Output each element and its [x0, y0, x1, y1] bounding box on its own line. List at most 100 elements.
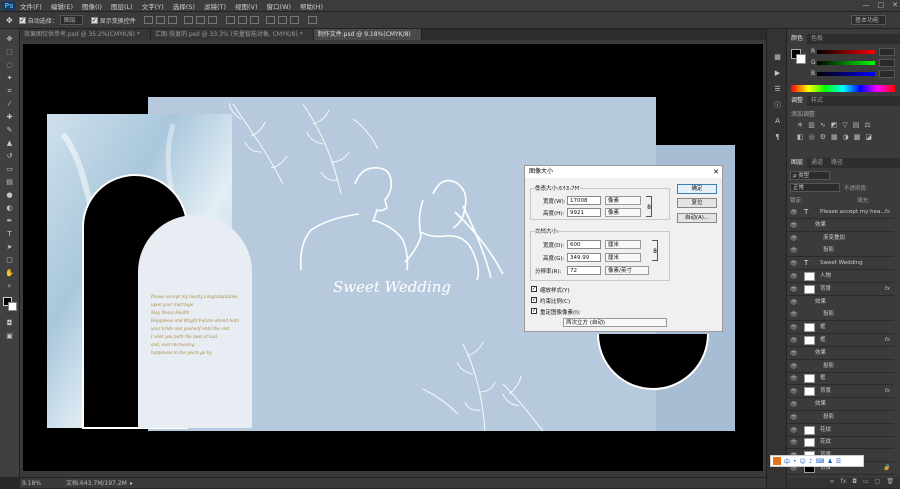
resolution-unit-select[interactable]: 像素/英寸 [605, 266, 649, 275]
fx-badge[interactable]: fx [885, 334, 890, 346]
tab-production-file[interactable]: 制作文件.psd @ 9.18%(CMYK/8) [313, 29, 422, 40]
field-g[interactable] [879, 59, 895, 67]
field-b[interactable] [879, 70, 895, 78]
vibrance-icon[interactable]: ▽ [842, 121, 847, 129]
align-top-icon[interactable] [143, 16, 153, 24]
ime-punct-icon[interactable]: • [793, 458, 797, 465]
layer-effect-row[interactable]: 👁 效果 [787, 346, 894, 360]
tab-huitu-recovered[interactable]: 汇图-恢复的.psd @ 33.3% (矢量智能对象, CMYK/8) * [150, 29, 314, 40]
blur-tool-icon[interactable]: ● [4, 191, 15, 200]
color-lookup-icon[interactable]: ▦ [831, 133, 838, 141]
tab-adjustments[interactable]: 调整 [787, 96, 808, 106]
ime-keyboard-icon[interactable]: ⌨ [816, 458, 825, 465]
auto-select-checkbox[interactable]: ✓ [18, 16, 26, 24]
properties-panel-icon[interactable]: ☰ [772, 85, 783, 94]
resolution-input[interactable]: 72 [567, 266, 601, 275]
crop-tool-icon[interactable]: ⌗ [4, 87, 15, 96]
trash-icon[interactable]: 🗑 [886, 478, 894, 488]
align-hcenter-icon[interactable] [195, 16, 205, 24]
layer-effect-row[interactable]: 👁 效果 [787, 398, 894, 411]
layer-row[interactable]: 👁 背景 fx [787, 385, 894, 399]
height-input[interactable]: 9921 [567, 208, 601, 217]
brightness-icon[interactable]: ☀ [797, 121, 803, 129]
background-color-swatch[interactable] [8, 302, 17, 311]
distribute-vcenter-icon[interactable] [237, 16, 247, 24]
path-selection-tool-icon[interactable]: ➤ [4, 243, 15, 252]
align-vcenter-icon[interactable] [155, 16, 165, 24]
fx-icon[interactable]: fx [841, 478, 847, 488]
show-transform-checkbox[interactable]: ✓ [90, 16, 98, 24]
distribute-right-icon[interactable] [289, 16, 299, 24]
layer-effect-row[interactable]: 👁 渐变叠加 [787, 231, 894, 245]
layer-effect-row[interactable]: 👁 投影 [787, 244, 894, 258]
align-bottom-icon[interactable] [167, 16, 177, 24]
quick-mask-icon[interactable]: ◘ [4, 319, 15, 328]
eyedropper-tool-icon[interactable]: ⁄ [4, 100, 15, 109]
layer-effect-row[interactable]: 👁 效果 [787, 218, 894, 232]
lasso-tool-icon[interactable]: ◌ [4, 61, 15, 70]
visibility-eye-icon[interactable]: 👁 [790, 308, 798, 320]
threshold-icon[interactable]: ◪ [865, 133, 872, 141]
mask-icon[interactable]: ◘ [852, 478, 857, 488]
distribute-bottom-icon[interactable] [249, 16, 259, 24]
menu-image[interactable]: 图像(I) [82, 1, 102, 11]
curves-icon[interactable]: ∿ [820, 121, 826, 129]
dodge-tool-icon[interactable]: ◐ [4, 204, 15, 213]
doc-width-input[interactable]: 600 [567, 240, 601, 249]
visibility-eye-icon[interactable]: 👁 [790, 360, 798, 372]
link-layers-icon[interactable]: ∞ [830, 478, 835, 488]
maximize-button[interactable]: □ [878, 1, 885, 9]
auto-align-icon[interactable] [307, 16, 317, 24]
visibility-eye-icon[interactable]: 👁 [790, 385, 798, 397]
type-tool-icon[interactable]: T [4, 230, 15, 239]
layer-filter-dropdown[interactable]: ρ 类型 [790, 171, 830, 180]
blend-mode-dropdown[interactable]: 正常 [790, 183, 840, 192]
tab-layers[interactable]: 图层 [787, 158, 808, 168]
layer-row[interactable]: 👁 T Please accept my hea... fx [787, 206, 894, 219]
visibility-eye-icon[interactable]: 👁 [790, 372, 798, 384]
tab-color[interactable]: 颜色 [787, 34, 808, 44]
clone-stamp-tool-icon[interactable]: ▲ [4, 139, 15, 148]
slider-r[interactable] [817, 50, 875, 54]
layer-row[interactable]: 👁 花纹 [787, 436, 894, 450]
bw-icon[interactable]: ◧ [797, 133, 804, 141]
visibility-eye-icon[interactable]: 👁 [790, 232, 798, 244]
shape-tool-icon[interactable]: ▢ [4, 256, 15, 265]
bg-swatch[interactable] [796, 54, 806, 64]
layer-row[interactable]: 👁 T Sweet Wedding [787, 257, 894, 271]
visibility-eye-icon[interactable]: 👁 [790, 436, 798, 448]
ime-skin-icon[interactable]: ♟ [827, 458, 832, 465]
posterize-icon[interactable]: ▩ [854, 133, 861, 141]
tab-effect-reference[interactable]: 效果图仅供参考.psd @ 35.2%(CMYK/8) * [20, 29, 151, 40]
ime-menu-icon[interactable]: ☰ [836, 458, 841, 465]
invert-icon[interactable]: ◑ [843, 133, 849, 141]
scale-styles-checkbox[interactable]: ✓ [531, 286, 537, 292]
fx-badge[interactable]: fx [885, 385, 890, 397]
visibility-eye-icon[interactable]: 👁 [790, 398, 798, 410]
menu-layer[interactable]: 图层(L) [111, 1, 133, 11]
distribute-top-icon[interactable] [225, 16, 235, 24]
layer-row[interactable]: 👁 人物 [787, 270, 894, 283]
dialog-close-icon[interactable]: ✕ [713, 166, 719, 178]
visibility-eye-icon[interactable]: 👁 [790, 244, 798, 256]
paragraph-panel-icon[interactable]: ¶ [772, 133, 783, 142]
resample-checkbox[interactable]: ✓ [531, 308, 537, 314]
visibility-eye-icon[interactable]: 👁 [790, 257, 798, 269]
minimize-button[interactable]: — [863, 1, 870, 9]
menu-edit[interactable]: 编辑(E) [51, 1, 73, 11]
screen-mode-icon[interactable]: ▣ [4, 332, 15, 341]
zoom-tool-icon[interactable]: ⌕ [4, 282, 15, 291]
constrain-checkbox[interactable]: ✓ [531, 297, 537, 303]
history-brush-tool-icon[interactable]: ↺ [4, 152, 15, 161]
move-tool-icon[interactable]: ✥ [6, 16, 13, 25]
brush-tool-icon[interactable]: ✎ [4, 126, 15, 135]
pen-tool-icon[interactable]: ✒ [4, 217, 15, 226]
ok-button[interactable]: 确定 [677, 184, 717, 194]
layer-row[interactable]: 👁 框 [787, 372, 894, 386]
gradient-tool-icon[interactable]: ▤ [4, 178, 15, 187]
magic-wand-tool-icon[interactable]: ✦ [4, 74, 15, 83]
menu-type[interactable]: 文字(Y) [142, 1, 164, 11]
layer-effect-row[interactable]: 👁 投影 [787, 308, 894, 322]
fx-badge[interactable]: fx [885, 206, 890, 218]
align-left-icon[interactable] [183, 16, 193, 24]
